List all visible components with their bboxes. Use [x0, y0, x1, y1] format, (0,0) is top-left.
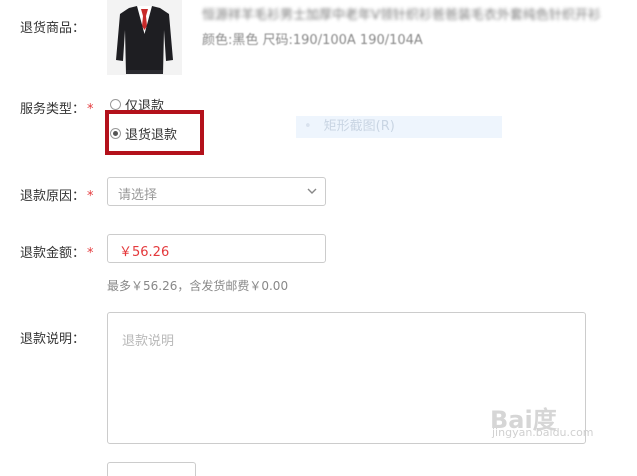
- refund-note-label: 退款说明：: [20, 332, 86, 347]
- refund-amount-label: 退款金额： *: [20, 242, 94, 261]
- product-thumbnail[interactable]: [107, 0, 182, 75]
- refund-note-placeholder: 退款说明: [122, 334, 175, 349]
- required-mark: *: [87, 189, 94, 204]
- service-type-label: 服务类型： *: [20, 98, 94, 117]
- refund-reason-label: 退款原因： *: [20, 185, 94, 204]
- required-mark: *: [87, 246, 94, 261]
- highlight-annotation-box: [105, 110, 204, 155]
- refund-amount-value: ￥56.26: [119, 245, 170, 260]
- screenshot-tooltip: • 矩形截图(R): [296, 116, 502, 138]
- chevron-down-icon: [307, 188, 317, 194]
- sweater-image-icon: [107, 0, 182, 75]
- refund-amount-label-text: 退款金额：: [20, 246, 86, 261]
- required-mark: *: [87, 102, 94, 117]
- product-title[interactable]: 恒源祥羊毛衫男士加厚中老年V领针织衫爸爸装毛衣外套纯色针织开衫: [202, 4, 622, 22]
- refund-reason-select[interactable]: 请选择: [107, 177, 326, 206]
- refund-amount-hint: 最多￥56.26，含发货邮费￥0.00: [107, 279, 289, 293]
- refund-amount-input[interactable]: ￥56.26: [107, 234, 326, 263]
- screenshot-tooltip-text: 矩形截图(R): [323, 119, 395, 134]
- service-type-label-text: 服务类型：: [20, 102, 86, 117]
- product-label: 退货商品：: [20, 21, 86, 36]
- product-spec: 颜色:黑色 尺码:190/100A 190/104A: [202, 33, 423, 48]
- tooltip-bullet-icon: •: [304, 119, 312, 134]
- radio-unchecked-icon[interactable]: [110, 99, 121, 110]
- refund-reason-placeholder: 请选择: [118, 188, 158, 203]
- upload-button-partial[interactable]: [107, 462, 196, 476]
- refund-note-textarea[interactable]: 退款说明: [107, 312, 586, 444]
- refund-reason-label-text: 退款原因：: [20, 189, 86, 204]
